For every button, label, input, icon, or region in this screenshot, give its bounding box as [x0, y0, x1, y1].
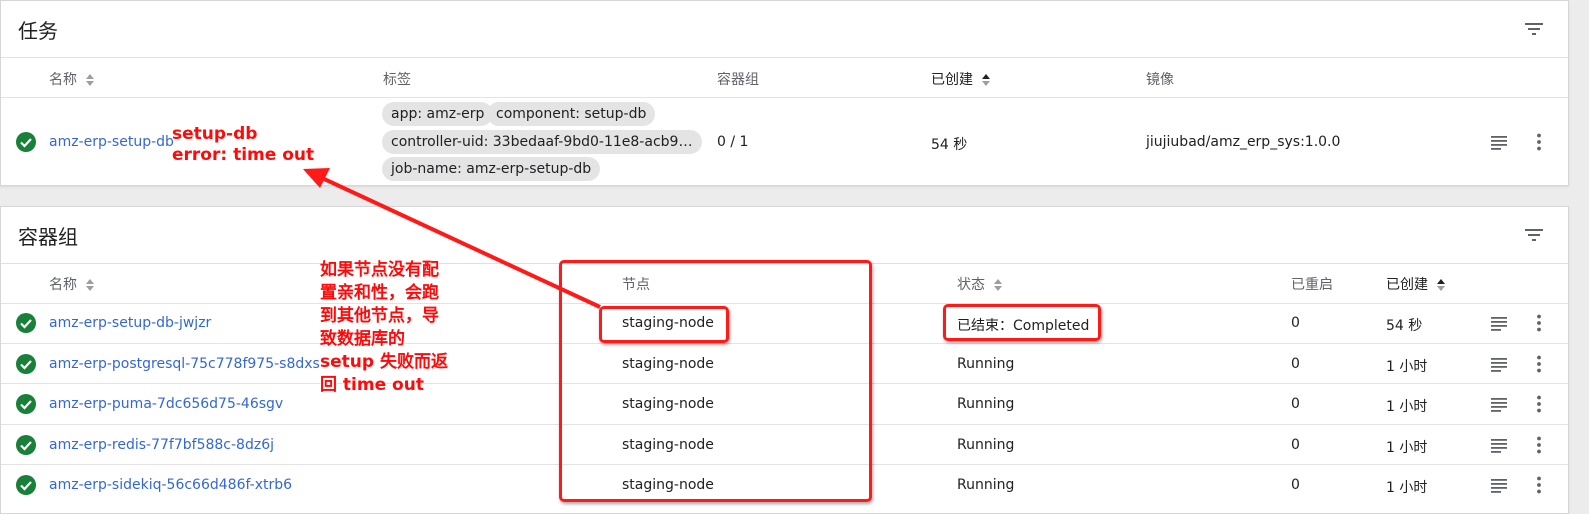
check-circle-icon — [16, 475, 36, 495]
logs-icon[interactable] — [1489, 313, 1509, 333]
jobs-col-labels: 标签 — [383, 72, 411, 88]
sort-icon — [994, 279, 1003, 291]
pod-name-link[interactable]: amz-erp-puma-7dc656d75-46sgv — [49, 396, 283, 412]
pod-created-value: 54 秒 — [1386, 318, 1423, 334]
more-vert-icon[interactable] — [1529, 435, 1549, 455]
note-annotation-line: setup 失败而返 — [320, 352, 448, 372]
check-circle-icon — [16, 435, 36, 455]
pods-card-title: 容器组 — [18, 225, 78, 249]
jobs-col-image: 镜像 — [1146, 72, 1174, 88]
label-chip: app: amz-erp — [382, 102, 494, 126]
more-vert-icon[interactable] — [1529, 354, 1549, 374]
pod-name-link[interactable]: amz-erp-sidekiq-56c66d486f-xtrb6 — [49, 477, 292, 493]
more-vert-icon[interactable] — [1529, 313, 1549, 333]
logs-icon[interactable] — [1489, 132, 1509, 152]
pod-restarts-value: 0 — [1291, 356, 1300, 372]
note-annotation-line: 回 time out — [320, 375, 424, 395]
pods-card-header: 容器组 — [1, 207, 1568, 264]
note-annotation-line: 到其他节点，导 — [320, 306, 439, 326]
pod-name-link[interactable]: amz-erp-redis-77f7bf588c-8dz6j — [49, 437, 274, 453]
pods-col-created-label: 已创建 — [1386, 277, 1428, 293]
check-circle-icon — [16, 394, 36, 414]
pod-restarts-value: 0 — [1291, 477, 1300, 493]
label-chip: component: setup-db — [487, 102, 656, 126]
jobs-col-created-label: 已创建 — [931, 72, 973, 88]
pod-restarts-value: 0 — [1291, 437, 1300, 453]
more-vert-icon[interactable] — [1529, 132, 1549, 152]
jobs-col-pods: 容器组 — [717, 72, 759, 88]
sort-icon — [86, 279, 95, 291]
error-annotation-line: setup-db — [172, 124, 258, 144]
pod-restarts-value: 0 — [1291, 396, 1300, 412]
check-circle-icon — [16, 313, 36, 333]
pods-col-status-label: 状态 — [957, 277, 985, 293]
note-annotation: 如果节点没有配 置亲和性，会跑 到其他节点，导 致数据库的 setup 失败而返… — [320, 259, 448, 397]
pod-created-value: 1 小时 — [1386, 359, 1428, 375]
logs-icon[interactable] — [1489, 475, 1509, 495]
label-chip: job-name: amz-erp-setup-db — [382, 157, 601, 181]
more-vert-icon[interactable] — [1529, 475, 1549, 495]
jobs-header-divider — [1, 97, 1568, 98]
pod-status-value: Running — [957, 396, 1015, 412]
note-annotation-line: 致数据库的 — [320, 329, 405, 349]
more-vert-icon[interactable] — [1529, 394, 1549, 414]
pods-col-name[interactable]: 名称 — [49, 274, 95, 294]
jobs-col-name-label: 名称 — [49, 72, 77, 88]
pod-created-value: 1 小时 — [1386, 480, 1428, 496]
pod-name-link[interactable]: amz-erp-setup-db-jwjzr — [49, 315, 211, 331]
check-circle-icon — [16, 354, 36, 374]
highlight-status-cell — [943, 304, 1101, 341]
jobs-col-name[interactable]: 名称 — [49, 69, 95, 89]
label-chip: controller-uid: 33bedaaf-9bd0-11e8-acb9-… — [382, 130, 702, 154]
pod-status-value: Running — [957, 356, 1015, 372]
pod-status-value: Running — [957, 477, 1015, 493]
logs-icon[interactable] — [1489, 394, 1509, 414]
pods-col-name-label: 名称 — [49, 277, 77, 293]
sort-ascending-icon — [1437, 279, 1446, 291]
filter-icon[interactable] — [1522, 17, 1546, 41]
pod-status-value: Running — [957, 437, 1015, 453]
job-name-link[interactable]: amz-erp-setup-db — [49, 134, 174, 150]
highlight-node-cell — [599, 306, 729, 343]
error-annotation-line: error: time out — [172, 145, 315, 165]
filter-icon[interactable] — [1522, 223, 1546, 247]
highlight-node-column — [559, 260, 872, 502]
job-pods-value: 0 / 1 — [717, 134, 749, 150]
check-circle-icon — [16, 132, 36, 152]
note-annotation-line: 置亲和性，会跑 — [320, 283, 439, 303]
pods-col-restarts: 已重启 — [1291, 277, 1333, 293]
pod-created-value: 1 小时 — [1386, 399, 1428, 415]
pods-col-status[interactable]: 状态 — [957, 274, 1003, 294]
pods-col-created[interactable]: 已创建 — [1386, 274, 1446, 294]
logs-icon[interactable] — [1489, 435, 1509, 455]
jobs-col-created[interactable]: 已创建 — [931, 69, 991, 89]
logs-icon[interactable] — [1489, 354, 1509, 374]
job-image-value: jiujiubad/amz_erp_sys:1.0.0 — [1146, 134, 1341, 150]
sort-icon — [86, 74, 95, 86]
pod-created-value: 1 小时 — [1386, 440, 1428, 456]
pod-restarts-value: 0 — [1291, 315, 1300, 331]
job-created-value: 54 秒 — [931, 137, 968, 153]
error-annotation: setup-db error: time out — [172, 124, 314, 166]
jobs-card-title: 任务 — [18, 19, 58, 43]
sort-ascending-icon — [982, 74, 991, 86]
note-annotation-line: 如果节点没有配 — [320, 260, 439, 280]
jobs-card-header: 任务 — [1, 1, 1568, 58]
pod-name-link[interactable]: amz-erp-postgresql-75c778f975-s8dxs — [49, 356, 320, 372]
